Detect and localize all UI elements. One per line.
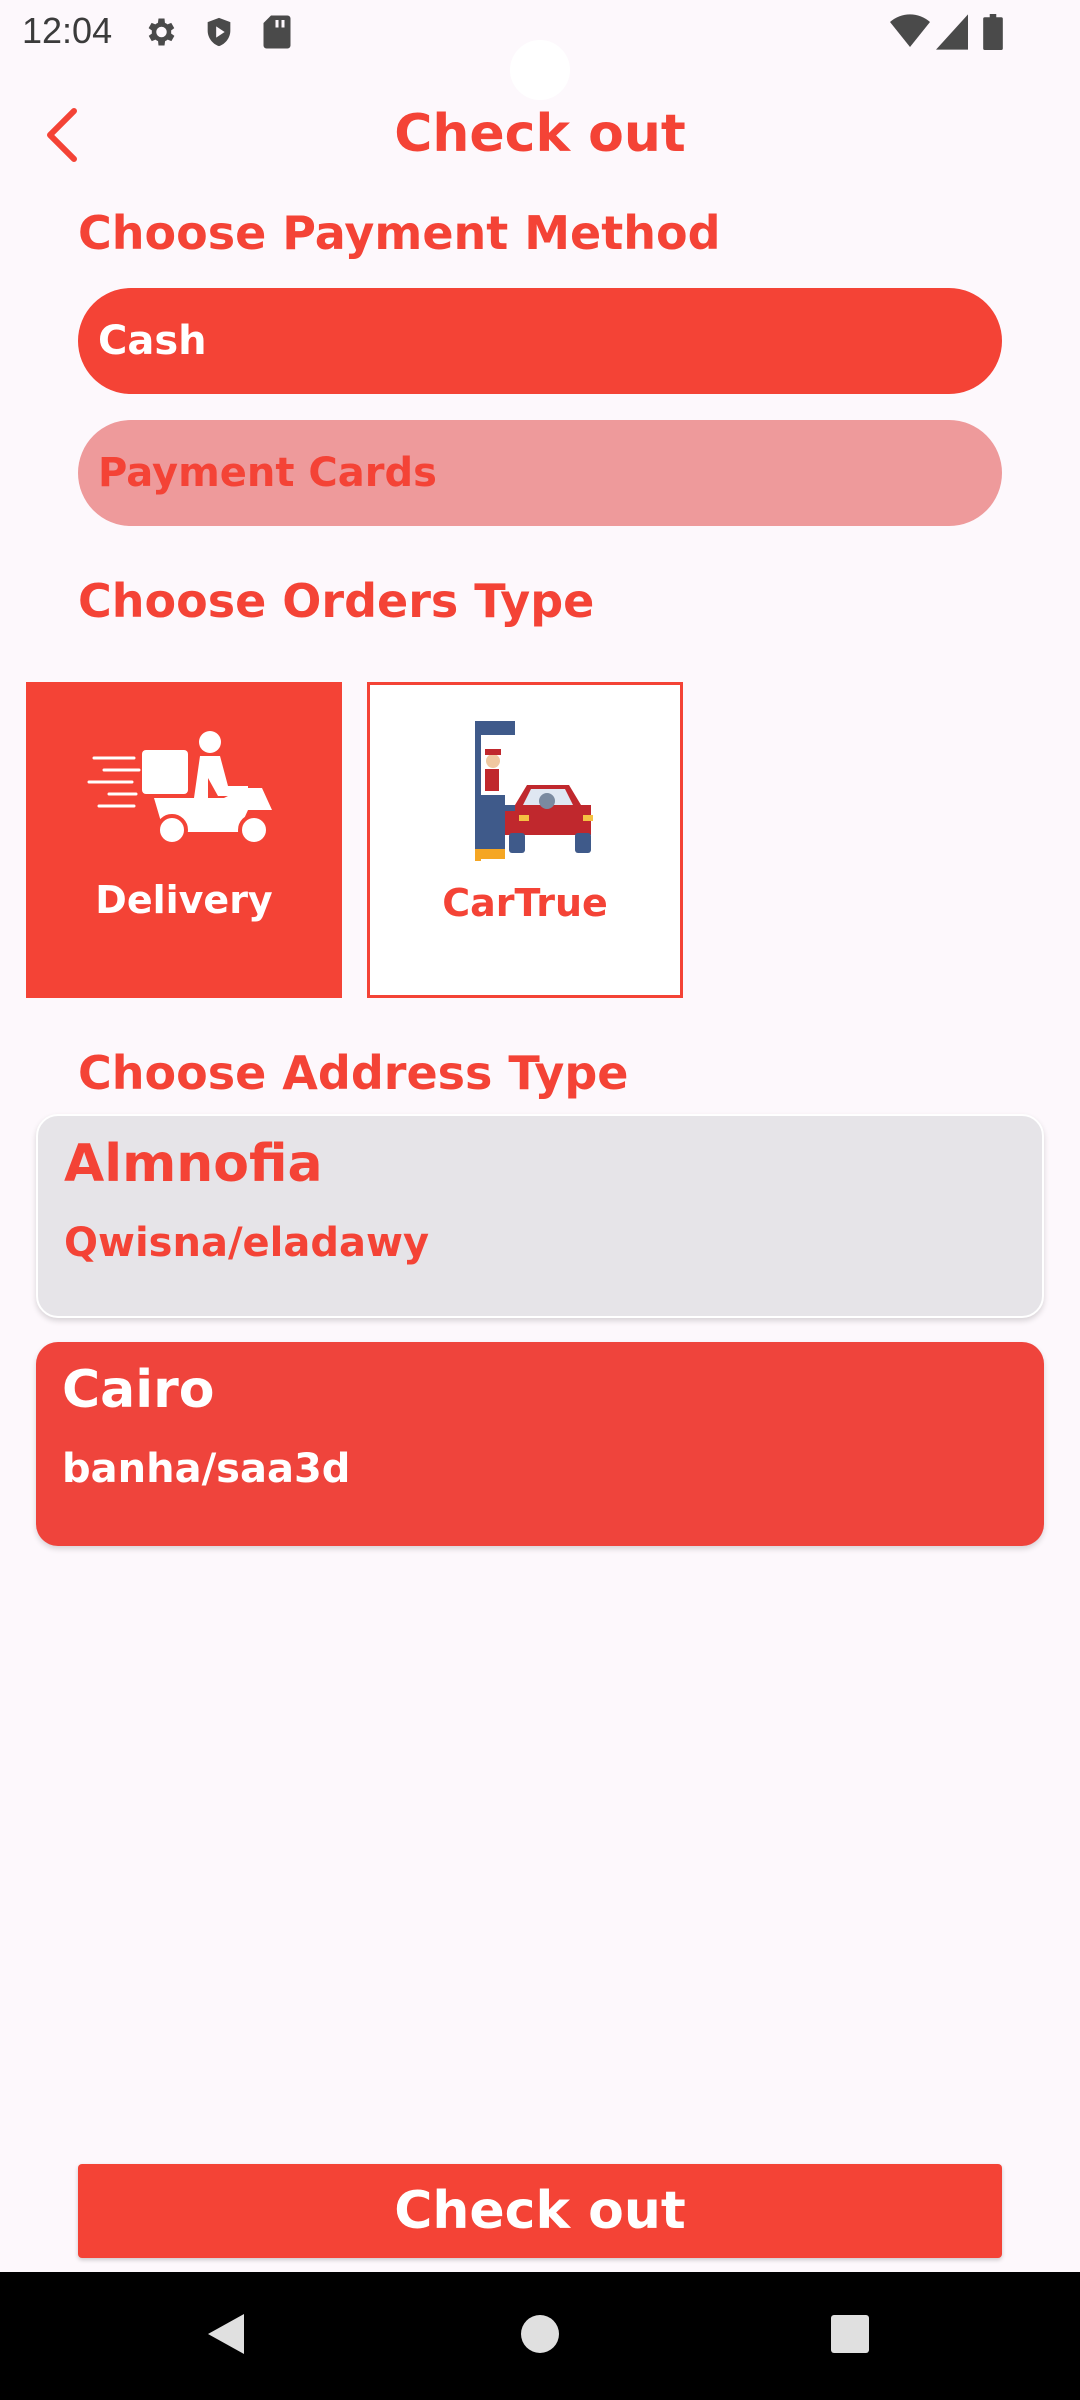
payment-option-cash[interactable]: Cash: [78, 288, 1002, 394]
orders-section-title: Choose Orders Type: [78, 574, 595, 628]
status-time: 12:04: [22, 10, 113, 51]
address-line: Qwisna/eladawy: [64, 1220, 430, 1266]
wifi-icon: [890, 14, 930, 54]
delivery-scooter-icon: [87, 718, 272, 858]
system-nav-bar: [0, 2272, 1080, 2400]
order-type-delivery[interactable]: Delivery: [26, 682, 342, 998]
address-city: Almnofia: [64, 1134, 323, 1194]
camera-cutout: [510, 40, 570, 100]
payment-option-cards[interactable]: Payment Cards: [78, 420, 1002, 526]
nav-back-button[interactable]: [166, 2272, 286, 2400]
back-triangle-icon: [204, 2310, 248, 2362]
address-card-cairo[interactable]: Cairo banha/saa3d: [36, 1342, 1044, 1546]
address-section-title: Choose Address Type: [78, 1046, 629, 1100]
sd-card-icon: [262, 14, 292, 54]
signal-icon: [936, 14, 968, 54]
home-circle-icon: [519, 2313, 561, 2359]
nav-recents-button[interactable]: [790, 2272, 910, 2400]
page-title: Check out: [394, 104, 686, 164]
address-city: Cairo: [62, 1360, 215, 1420]
checkout-button[interactable]: Check out: [78, 2164, 1002, 2258]
shield-icon: [202, 14, 236, 54]
address-line: banha/saa3d: [62, 1446, 351, 1492]
battery-icon: [982, 14, 1004, 54]
order-type-label: Delivery: [95, 878, 273, 922]
recents-square-icon: [829, 2313, 871, 2359]
settings-icon: [142, 14, 178, 54]
order-type-label: CarTrue: [442, 881, 608, 925]
drive-through-icon: [445, 721, 605, 861]
nav-home-button[interactable]: [480, 2272, 600, 2400]
order-type-cartrue[interactable]: CarTrue: [367, 682, 683, 998]
payment-section-title: Choose Payment Method: [78, 206, 721, 260]
address-card-almnofia[interactable]: Almnofia Qwisna/eladawy: [36, 1114, 1044, 1318]
